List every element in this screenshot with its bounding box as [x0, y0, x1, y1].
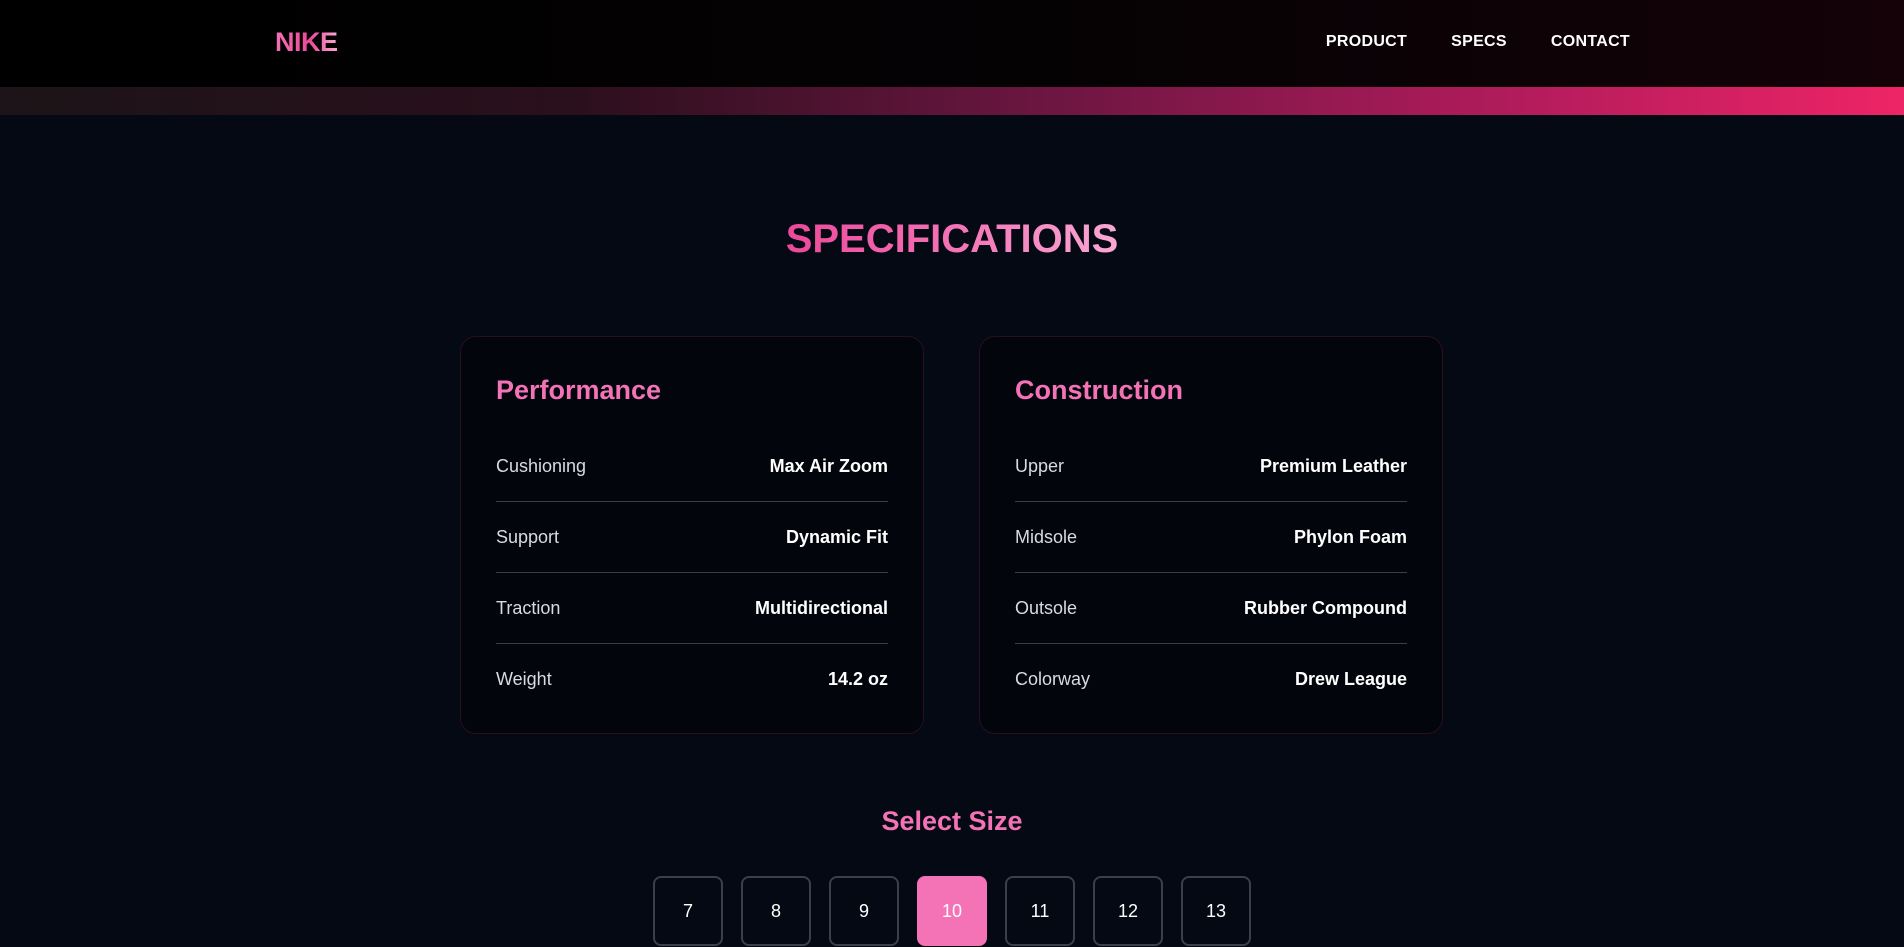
spec-value: Rubber Compound [1244, 597, 1407, 618]
size-button-9[interactable]: 9 [829, 876, 899, 946]
size-button-7[interactable]: 7 [653, 876, 723, 946]
spec-value: 14.2 oz [827, 669, 888, 689]
spec-row-upper: Upper Premium Leather [1015, 431, 1407, 502]
spec-label: Traction [496, 597, 561, 618]
specifications-heading-text: SPECIFICATIONS [785, 217, 1119, 261]
nav-link-contact[interactable]: CONTACT [1551, 33, 1630, 51]
performance-card-title: Performance [496, 375, 662, 405]
nav-link-product[interactable]: PRODUCT [1326, 33, 1407, 51]
spec-row-weight: Weight 14.2 oz [496, 644, 888, 715]
construction-card-title: Construction [1015, 375, 1183, 405]
spec-label: Support [496, 526, 560, 547]
spec-row-midsole: Midsole Phylon Foam [1015, 502, 1407, 573]
spec-value: Dynamic Fit [785, 526, 888, 547]
spec-value: Drew League [1294, 669, 1407, 689]
spec-value: Premium Leather [1259, 455, 1407, 476]
specifications-heading: SPECIFICATIONS [0, 217, 1904, 262]
spec-label: Upper [1015, 455, 1065, 476]
spec-row-traction: Traction Multidirectional [496, 573, 888, 644]
performance-card: Performance Cushioning Max Air Zoom Supp… [460, 336, 924, 734]
construction-card: Construction Upper Premium Leather Midso… [979, 336, 1443, 734]
spec-label: Colorway [1015, 669, 1091, 689]
size-button-10[interactable]: 10 [917, 876, 987, 946]
size-button-12[interactable]: 12 [1093, 876, 1163, 946]
spec-label: Midsole [1015, 526, 1078, 547]
spec-value: Multidirectional [754, 597, 888, 618]
size-button-11[interactable]: 11 [1005, 876, 1075, 946]
nike-logo[interactable]: NIKE [275, 27, 338, 58]
site-header: NIKE PRODUCT SPECS CONTACT [0, 0, 1904, 87]
size-button-13[interactable]: 13 [1181, 876, 1251, 946]
spec-value: Max Air Zoom [769, 455, 888, 476]
spec-row-support: Support Dynamic Fit [496, 502, 888, 573]
spec-label: Outsole [1015, 597, 1078, 618]
size-button-8[interactable]: 8 [741, 876, 811, 946]
select-size-heading: Select Size [881, 806, 1023, 836]
size-selector: 7 8 9 10 11 12 13 [653, 876, 1251, 946]
header-accent-bar [0, 87, 1904, 115]
nav-link-specs[interactable]: SPECS [1451, 33, 1507, 51]
spec-label: Weight [496, 669, 552, 689]
spec-value: Phylon Foam [1293, 526, 1407, 547]
main-nav: PRODUCT SPECS CONTACT [1326, 33, 1630, 51]
spec-row-cushioning: Cushioning Max Air Zoom [496, 431, 888, 502]
spec-row-outsole: Outsole Rubber Compound [1015, 573, 1407, 644]
spec-row-colorway: Colorway Drew League [1015, 644, 1407, 715]
spec-label: Cushioning [496, 455, 587, 476]
